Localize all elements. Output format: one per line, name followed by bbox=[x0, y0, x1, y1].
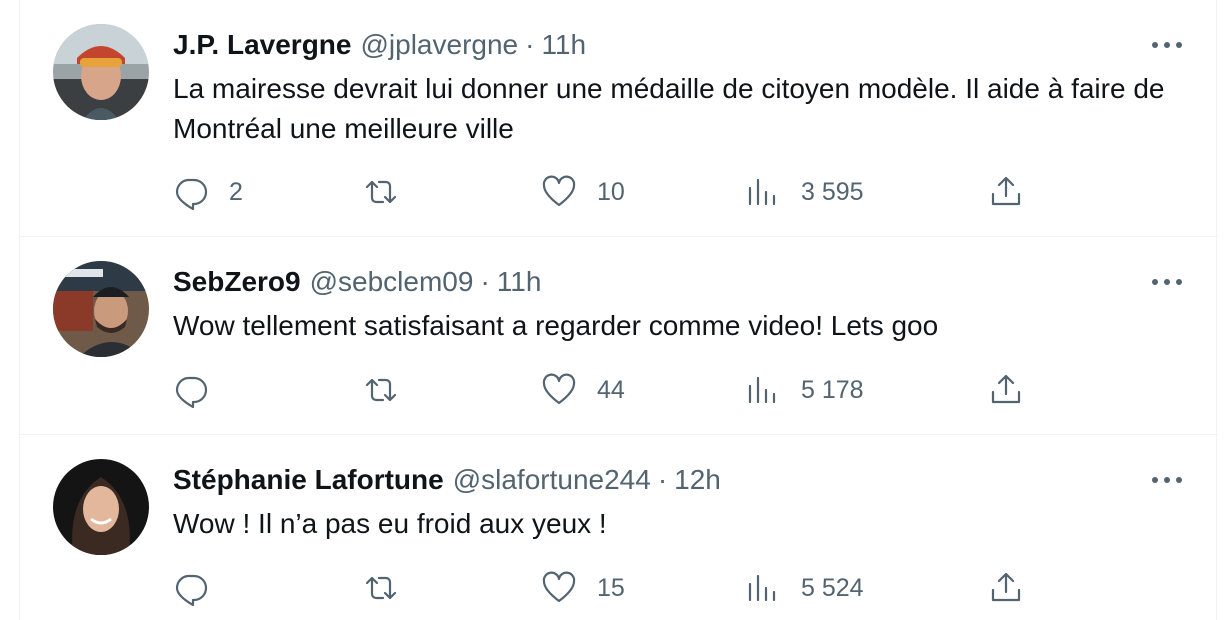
tweet[interactable]: Stéphanie Lafortune @slafortune244 · 12h… bbox=[20, 435, 1218, 620]
share-icon bbox=[991, 572, 1021, 602]
author-handle[interactable]: @jplavergne bbox=[360, 29, 518, 61]
views-chart-icon bbox=[748, 376, 776, 404]
tweet-text: Wow ! Il n’a pas eu froid aux yeux ! bbox=[173, 508, 607, 539]
views-chart-icon bbox=[748, 178, 776, 206]
author-name[interactable]: Stéphanie Lafortune bbox=[173, 464, 444, 496]
tweet-header: J.P. Lavergne @jplavergne · 11h bbox=[173, 27, 586, 63]
share-button[interactable] bbox=[988, 370, 1024, 410]
heart-icon bbox=[542, 373, 576, 405]
reply-button[interactable]: 2 bbox=[173, 172, 243, 212]
avatar[interactable] bbox=[53, 459, 149, 555]
more-horizontal-icon bbox=[1152, 279, 1182, 285]
reply-button[interactable] bbox=[173, 370, 229, 410]
share-button[interactable] bbox=[988, 172, 1024, 212]
tweet-header: Stéphanie Lafortune @slafortune244 · 12h bbox=[173, 462, 721, 498]
action-bar: 44 5 178 bbox=[173, 370, 1218, 410]
more-options-button[interactable] bbox=[1150, 465, 1184, 495]
view-count: 5 178 bbox=[801, 375, 864, 404]
like-button[interactable]: 15 bbox=[541, 568, 625, 608]
author-handle[interactable]: @slafortune244 bbox=[453, 464, 651, 496]
reply-feed: J.P. Lavergne @jplavergne · 11h La maire… bbox=[19, 0, 1218, 620]
retweet-icon bbox=[365, 576, 397, 600]
retweet-icon bbox=[365, 180, 397, 204]
more-horizontal-icon bbox=[1152, 477, 1182, 483]
author-name[interactable]: SebZero9 bbox=[173, 266, 301, 298]
separator: · bbox=[480, 266, 490, 297]
like-button[interactable]: 44 bbox=[541, 370, 625, 410]
avatar[interactable] bbox=[53, 24, 149, 120]
timestamp[interactable]: 12h bbox=[674, 464, 721, 496]
views-button[interactable]: 3 595 bbox=[745, 172, 864, 212]
reply-icon bbox=[175, 376, 208, 408]
reply-icon bbox=[175, 178, 208, 210]
heart-icon bbox=[542, 571, 576, 603]
tweet[interactable]: SebZero9 @sebclem09 · 11h Wow tellement … bbox=[20, 237, 1218, 435]
views-chart-icon bbox=[748, 574, 776, 602]
like-count: 10 bbox=[597, 177, 625, 206]
tweet-text: La mairesse devrait lui donner une médai… bbox=[173, 73, 1165, 144]
views-button[interactable]: 5 524 bbox=[745, 568, 864, 608]
retweet-icon bbox=[365, 378, 397, 402]
timestamp[interactable]: 11h bbox=[541, 29, 586, 61]
author-name[interactable]: J.P. Lavergne bbox=[173, 29, 351, 61]
like-count: 15 bbox=[597, 573, 625, 602]
view-count: 3 595 bbox=[801, 177, 864, 206]
more-horizontal-icon bbox=[1152, 42, 1182, 48]
author-handle[interactable]: @sebclem09 bbox=[310, 266, 474, 298]
retweet-button[interactable] bbox=[363, 568, 419, 608]
reply-button[interactable] bbox=[173, 568, 229, 608]
share-button[interactable] bbox=[988, 568, 1024, 608]
retweet-button[interactable] bbox=[363, 370, 419, 410]
share-icon bbox=[991, 176, 1021, 206]
retweet-button[interactable] bbox=[363, 172, 419, 212]
more-options-button[interactable] bbox=[1150, 267, 1184, 297]
tweet[interactable]: J.P. Lavergne @jplavergne · 11h La maire… bbox=[20, 0, 1218, 237]
tweet-header: SebZero9 @sebclem09 · 11h bbox=[173, 264, 541, 300]
separator: · bbox=[525, 29, 535, 60]
like-button[interactable]: 10 bbox=[541, 172, 625, 212]
avatar[interactable] bbox=[53, 261, 149, 357]
share-icon bbox=[991, 374, 1021, 404]
reply-count: 2 bbox=[229, 177, 243, 206]
tweet-text: Wow tellement satisfaisant a regarder co… bbox=[173, 310, 939, 341]
timestamp[interactable]: 11h bbox=[497, 266, 542, 298]
separator: · bbox=[657, 464, 668, 495]
view-count: 5 524 bbox=[801, 573, 864, 602]
heart-icon bbox=[542, 175, 576, 207]
views-button[interactable]: 5 178 bbox=[745, 370, 864, 410]
more-options-button[interactable] bbox=[1150, 30, 1184, 60]
reply-icon bbox=[175, 574, 208, 606]
action-bar: 2 10 3 595 bbox=[173, 172, 1218, 212]
action-bar: 15 5 524 bbox=[173, 568, 1218, 608]
like-count: 44 bbox=[597, 375, 625, 404]
